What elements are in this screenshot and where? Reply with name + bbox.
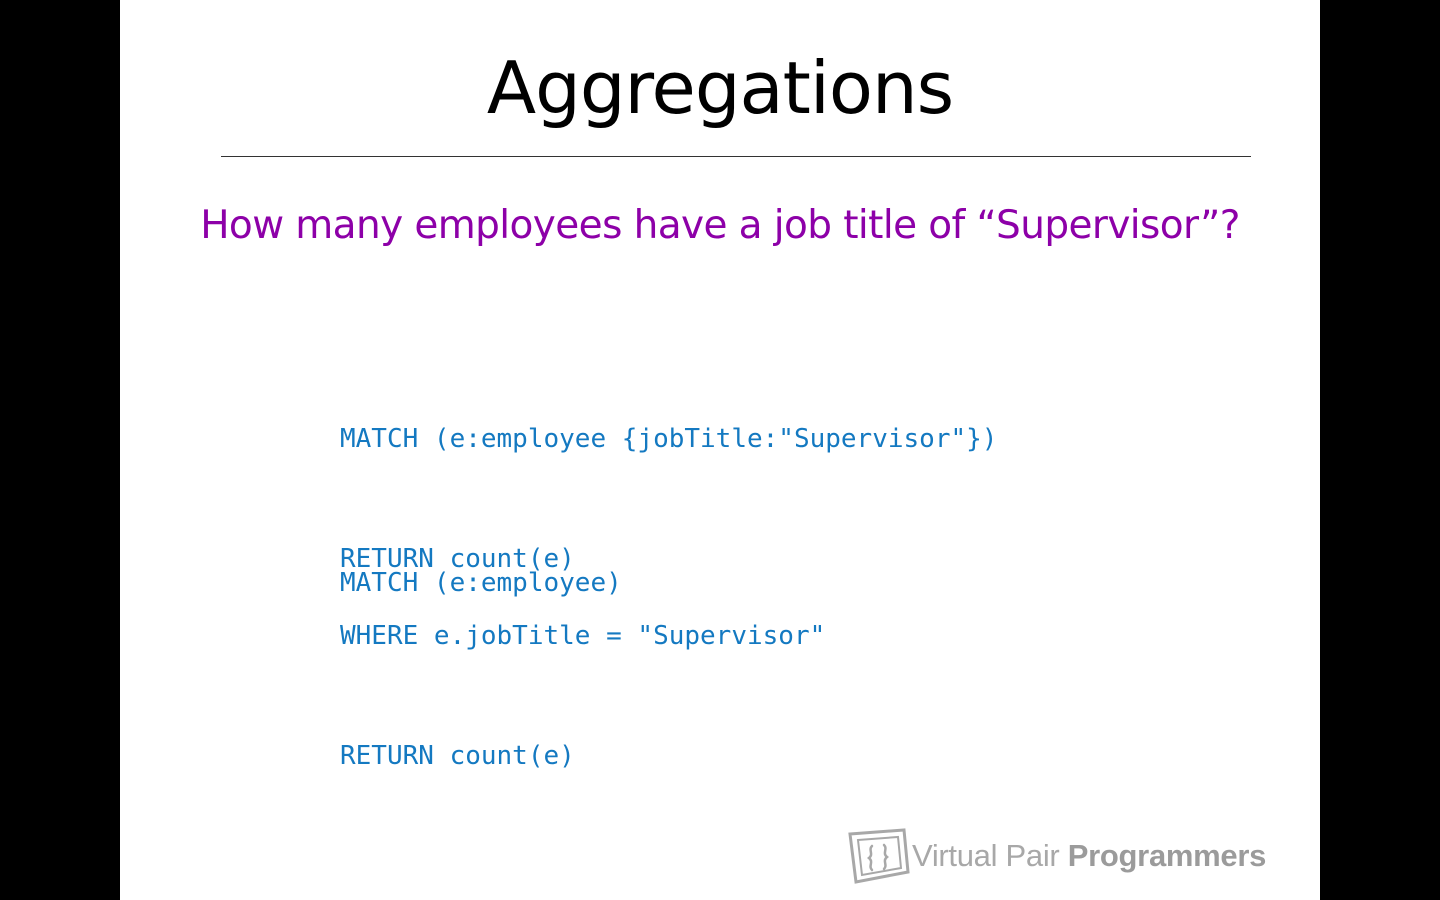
- code-line: MATCH (e:employee {jobTitle:"Supervisor"…: [340, 424, 998, 454]
- vpp-logo-text: Virtual Pair Programmers: [912, 838, 1266, 874]
- slide: Aggregations How many employees have a j…: [120, 0, 1320, 900]
- code-line: RETURN count(e): [340, 741, 575, 771]
- slide-title: Aggregations: [486, 46, 954, 130]
- code-block-3: WHERE e.jobTitle = "Supervisor" RETURN c…: [340, 536, 825, 856]
- logo-text-bold: Programmers: [1067, 838, 1267, 873]
- slide-question: How many employees have a job title of “…: [200, 203, 1240, 248]
- vpp-logo: Virtual Pair Programmers: [848, 828, 1288, 888]
- logo-text-light: Virtual Pair: [912, 838, 1068, 873]
- vpp-logo-icon: [848, 828, 910, 884]
- code-line: WHERE e.jobTitle = "Supervisor": [340, 621, 826, 651]
- title-divider: [221, 156, 1251, 157]
